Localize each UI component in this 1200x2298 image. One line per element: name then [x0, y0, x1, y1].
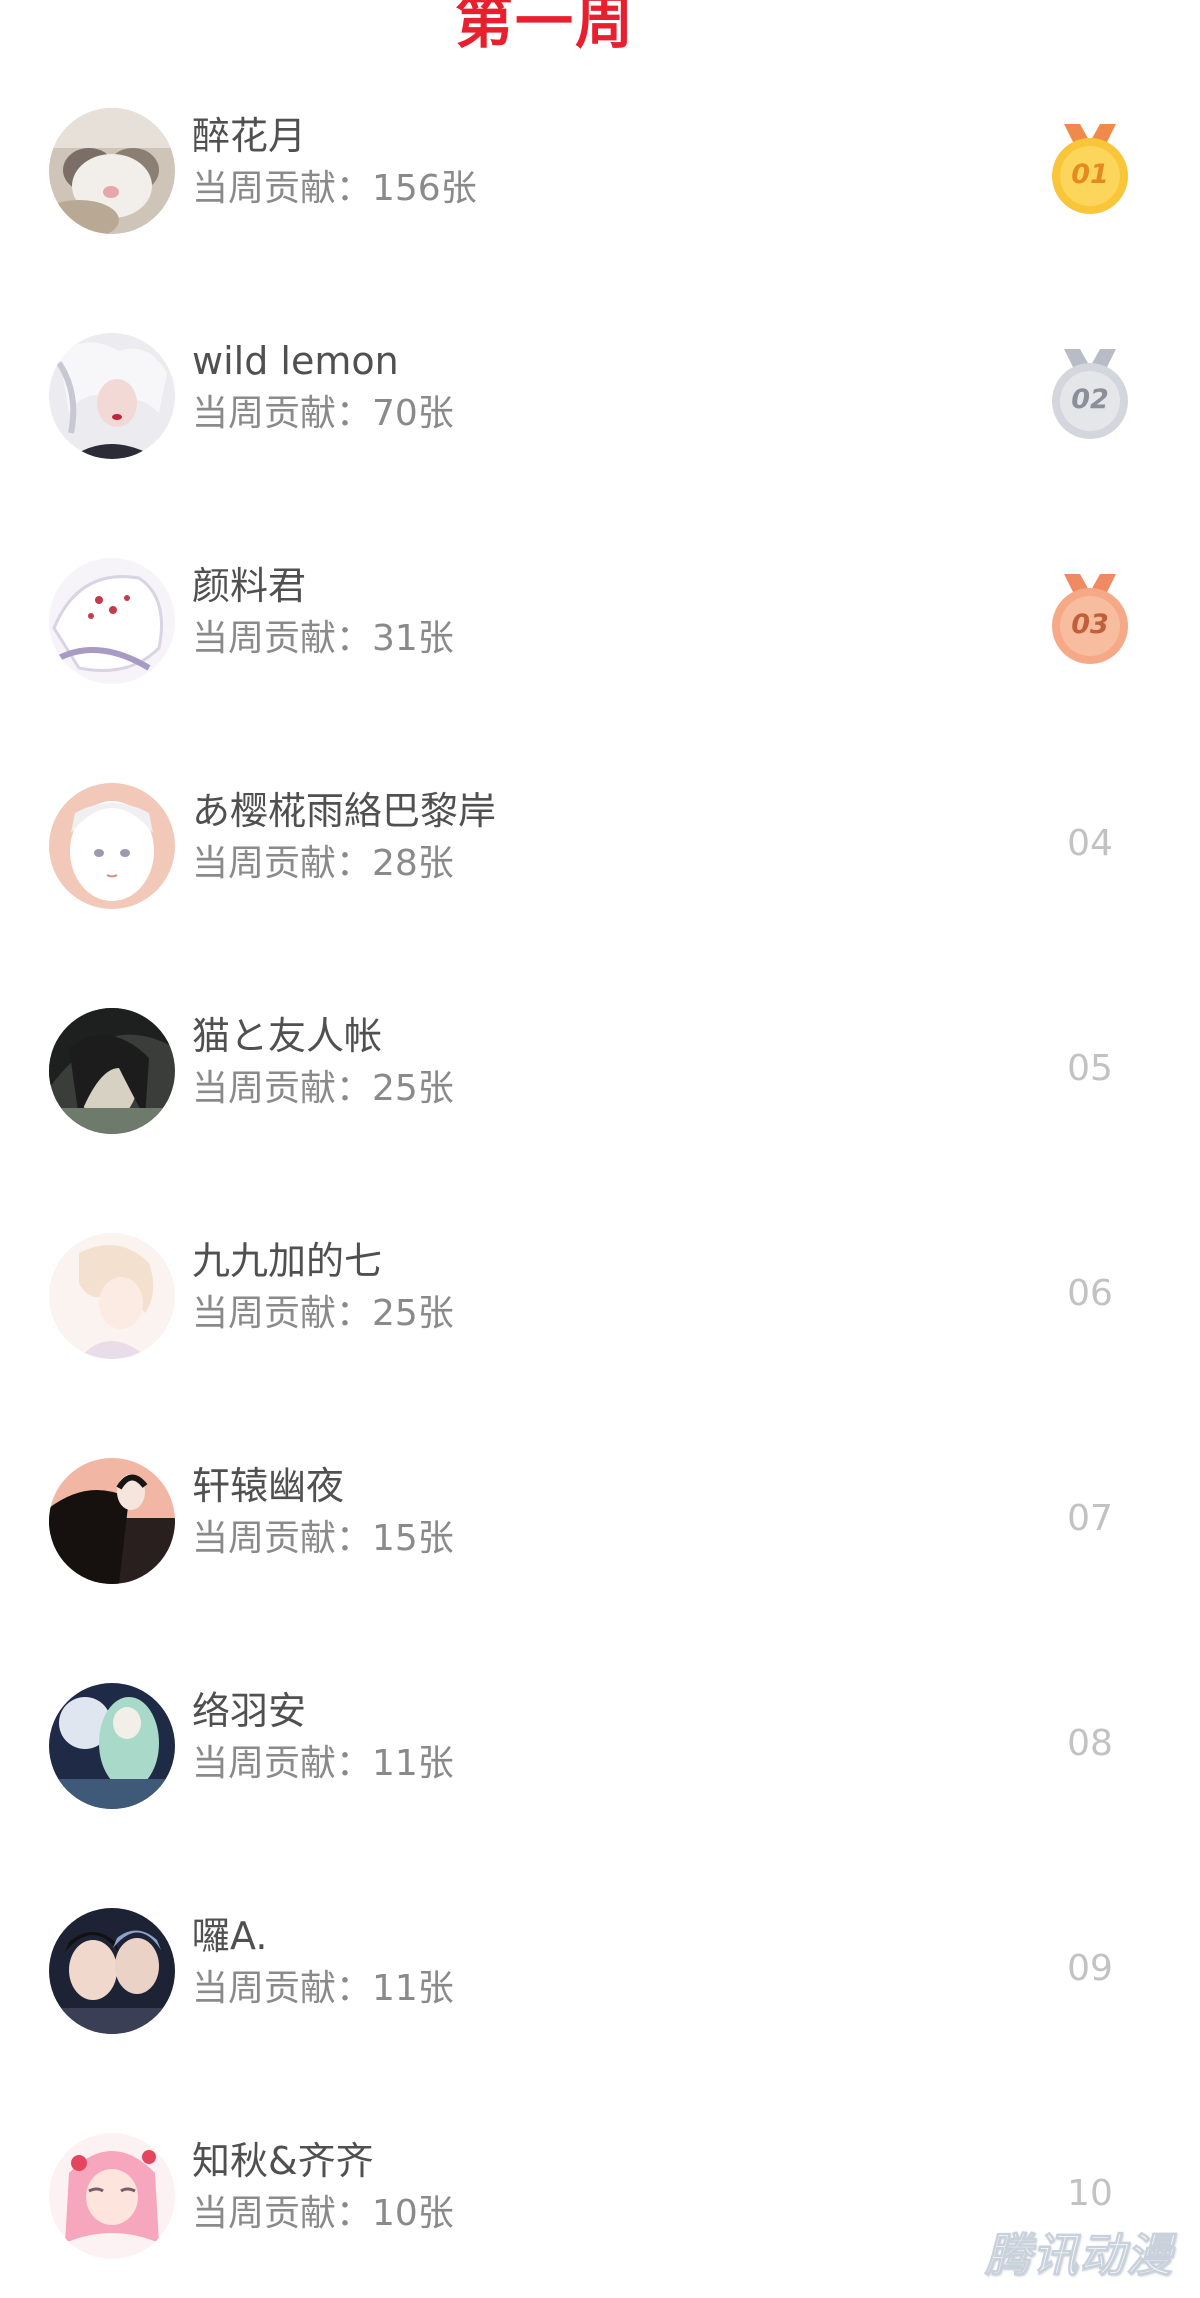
weekly-contribution: 当周贡献：15张: [192, 1518, 454, 1559]
ranking-row[interactable]: 颜料君 当周贡献：31张 03: [0, 558, 1200, 688]
rank-number: 04: [1067, 823, 1113, 864]
user-avatar[interactable]: [49, 558, 175, 684]
bronze-medal-icon: 03: [1050, 570, 1130, 668]
gold-medal-icon: 01: [1050, 120, 1130, 218]
user-name: 颜料君: [192, 564, 307, 608]
rank-number: 08: [1067, 1723, 1113, 1764]
user-name: 轩辕幽夜: [192, 1464, 345, 1508]
site-watermark-logo: 腾讯动漫: [985, 2228, 1173, 2283]
user-avatar[interactable]: [49, 1683, 175, 1809]
medal-rank-label: 02: [1071, 384, 1109, 415]
rank-number: 05: [1067, 1048, 1113, 1089]
ranking-row[interactable]: wild lemon 当周贡献：70张 02: [0, 333, 1200, 463]
weekly-contribution: 当周贡献：25张: [192, 1293, 454, 1334]
weekly-contribution: 当周贡献：11张: [192, 1968, 454, 2009]
user-name: 醉花月: [192, 114, 307, 158]
ranking-row[interactable]: 猫と友人帐 当周贡献：25张 05: [0, 1008, 1200, 1138]
ranking-row[interactable]: 轩辕幽夜 当周贡献：15张 07: [0, 1458, 1200, 1588]
user-avatar[interactable]: [49, 333, 175, 459]
rank-number: 06: [1067, 1273, 1113, 1314]
silver-medal-icon: 02: [1050, 345, 1130, 443]
ranking-row[interactable]: あ樱椛雨絡巴黎岸 当周贡献：28张 04: [0, 783, 1200, 913]
ranking-row[interactable]: 络羽安 当周贡献：11张 08: [0, 1683, 1200, 1813]
ranking-row[interactable]: 九九加的七 当周贡献：25张 06: [0, 1233, 1200, 1363]
user-name: 知秋&齐齐: [192, 2139, 374, 2183]
user-avatar[interactable]: [49, 1458, 175, 1584]
user-name: 九九加的七: [192, 1239, 383, 1283]
medal-rank-label: 03: [1071, 609, 1109, 640]
user-avatar[interactable]: [49, 783, 175, 909]
user-avatar[interactable]: [49, 1008, 175, 1134]
user-avatar[interactable]: [49, 1233, 175, 1359]
ranking-row[interactable]: 囉A. 当周贡献：11张 09: [0, 1908, 1200, 2038]
user-avatar[interactable]: [49, 1908, 175, 2034]
medal-rank-label: 01: [1071, 159, 1109, 190]
user-name: wild lemon: [192, 339, 399, 383]
rank-number: 09: [1067, 1948, 1113, 1989]
weekly-contribution: 当周贡献：156张: [192, 168, 477, 209]
user-name: 囉A.: [192, 1914, 268, 1958]
rank-number: 10: [1067, 2173, 1113, 2214]
user-avatar[interactable]: [49, 108, 175, 234]
weekly-contribution: 当周贡献：25张: [192, 1068, 454, 1109]
weekly-contribution: 当周贡献：31张: [192, 618, 454, 659]
user-name: あ樱椛雨絡巴黎岸: [192, 789, 497, 833]
weekly-contribution: 当周贡献：10张: [192, 2193, 454, 2234]
user-name: 猫と友人帐: [192, 1014, 383, 1058]
ranking-row[interactable]: 醉花月 当周贡献：156张 01: [0, 108, 1200, 238]
user-avatar[interactable]: [49, 2133, 175, 2259]
page-title: 第一周: [454, 0, 635, 56]
weekly-contribution: 当周贡献：11张: [192, 1743, 454, 1784]
rank-number: 07: [1067, 1498, 1113, 1539]
weekly-contribution: 当周贡献：28张: [192, 843, 454, 884]
user-name: 络羽安: [192, 1689, 307, 1733]
weekly-contribution: 当周贡献：70张: [192, 393, 454, 434]
